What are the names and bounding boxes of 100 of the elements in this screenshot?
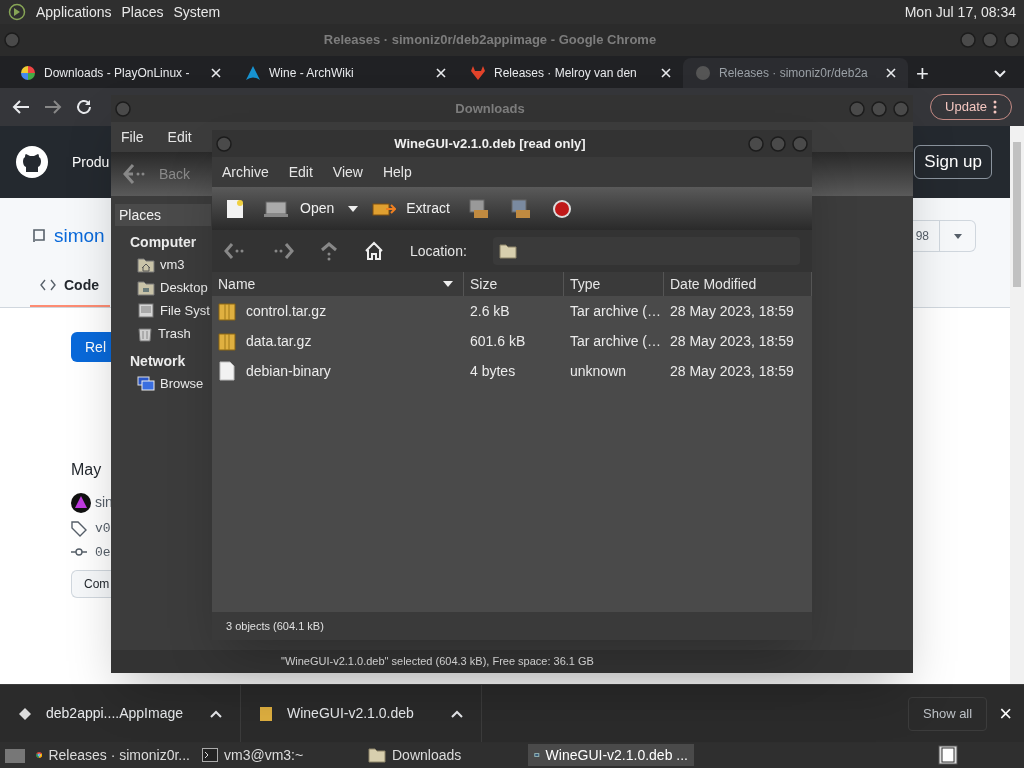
scrollbar[interactable]: [1010, 126, 1024, 684]
file-date: 28 May 2023, 18:59: [669, 331, 795, 351]
close-icon[interactable]: [211, 68, 221, 78]
file-size: 4 bytes: [469, 361, 517, 381]
menu-item[interactable]: Edit: [167, 126, 192, 148]
compare-button[interactable]: Com: [71, 570, 111, 598]
panel-menu[interactable]: System: [173, 1, 221, 23]
new-tab-button[interactable]: +: [908, 58, 937, 88]
location-field[interactable]: [492, 237, 800, 265]
diamond-icon: [18, 706, 32, 721]
forward-arrow-icon[interactable]: [272, 242, 294, 260]
sidebar-item[interactable]: Desktop: [137, 276, 215, 299]
drive-icon[interactable]: [264, 199, 288, 218]
browser-tab[interactable]: Wine - ArchWiki: [233, 58, 458, 88]
column-header[interactable]: Type: [564, 272, 664, 296]
show-desktop-icon[interactable]: [4, 746, 26, 764]
caret-icon: [953, 233, 962, 239]
releases-button[interactable]: Rel: [71, 332, 111, 362]
sidebar-item[interactable]: vm3: [137, 253, 215, 276]
reload-icon[interactable]: [76, 99, 92, 115]
document-icon: [218, 361, 236, 381]
stop-icon[interactable]: [551, 198, 572, 219]
browser-tab[interactable]: Downloads - PlayOnLinux -: [8, 58, 233, 88]
trash-icon: [137, 325, 153, 342]
close-icon[interactable]: [886, 68, 896, 78]
repo-icon: [32, 228, 46, 244]
sidebar-item[interactable]: Trash: [137, 322, 215, 345]
home-folder-icon: [137, 256, 155, 273]
menu-item[interactable]: Archive: [222, 161, 269, 183]
menu-item[interactable]: Edit: [288, 161, 313, 183]
archive-icon: [259, 705, 273, 722]
home-icon[interactable]: [364, 241, 384, 261]
drive-icon: [137, 302, 155, 319]
file-size: 2.6 kB: [469, 301, 511, 321]
chevron-up-icon[interactable]: [210, 709, 222, 718]
commit-hash[interactable]: 0e: [95, 542, 111, 562]
arch-logo-icon: [245, 65, 261, 81]
close-icon[interactable]: [436, 68, 446, 78]
nav-link[interactable]: Produ: [72, 151, 110, 173]
column-header[interactable]: Size: [464, 272, 564, 296]
places-header[interactable]: Places: [115, 204, 211, 226]
file-row[interactable]: debian-binary 4 bytes unknown 28 May 2023, 18:59: [212, 356, 812, 386]
file-name: debian-binary: [246, 361, 331, 381]
release-date: May: [71, 460, 103, 480]
file-row[interactable]: data.tar.gz 601.6 kB Tar archive (… 28 May 2023, 18:59: [212, 326, 812, 356]
sidebar-item[interactable]: Browse: [137, 372, 215, 395]
file-name: data.tar.gz: [246, 331, 312, 351]
tag-label[interactable]: v0: [95, 519, 111, 539]
file-size: 601.6 kB: [469, 331, 527, 351]
sort-caret-icon[interactable]: [443, 281, 453, 287]
pinwheel-icon: [20, 65, 36, 81]
browser-tab[interactable]: Releases · simoniz0r/deb2a: [683, 58, 908, 88]
menu-item[interactable]: File: [121, 126, 144, 148]
github-logo-icon: [695, 65, 711, 81]
tag-icon: [71, 520, 87, 537]
taskbar-button[interactable]: Releases · simoniz0r...: [30, 744, 196, 766]
panel-menu[interactable]: Places: [121, 1, 164, 23]
taskbar-button[interactable]: Downloads: [362, 744, 528, 766]
status-bar: "WineGUI-v2.1.0.deb" selected (604.3 kB), Free space: 36.1 GB: [111, 650, 913, 673]
up-arrow-icon[interactable]: [320, 241, 338, 261]
chevron-down-icon[interactable]: [994, 70, 1006, 78]
column-header[interactable]: Name: [212, 272, 464, 296]
chevron-up-icon[interactable]: [451, 709, 463, 718]
desktop-folder-icon: [137, 279, 155, 296]
close-button[interactable]: ×: [999, 697, 1012, 730]
archive-icon: [218, 331, 236, 351]
browser-tab[interactable]: Releases · Melroy van den: [458, 58, 683, 88]
new-document-icon[interactable]: [224, 197, 246, 220]
back-arrow-icon[interactable]: [12, 99, 30, 115]
show-all-button[interactable]: Show all: [908, 696, 988, 731]
workspace-switcher-icon[interactable]: [938, 745, 958, 765]
file-type: Tar archive (…: [569, 331, 663, 351]
open-button[interactable]: Open: [300, 198, 335, 219]
file-date: 28 May 2023, 18:59: [669, 361, 795, 381]
sign-up-button[interactable]: Sign up: [914, 145, 992, 179]
close-icon[interactable]: [661, 68, 671, 78]
file-name: control.tar.gz: [246, 301, 327, 321]
taskbar-button[interactable]: vm3@vm3:~: [196, 744, 362, 766]
sidebar-section-title: Computer: [129, 233, 198, 252]
column-header[interactable]: Date Modified: [664, 272, 812, 296]
mate-logo-icon[interactable]: [8, 3, 26, 21]
file-type: unknown: [569, 361, 628, 381]
sidebar-section-title: Network: [129, 352, 187, 371]
more-vertical-icon[interactable]: [993, 100, 997, 114]
file-row[interactable]: control.tar.gz 2.6 kB Tar archive (… 28 May 2023, 18:59: [212, 296, 812, 326]
forward-arrow-icon[interactable]: [44, 99, 62, 115]
extract-button[interactable]: Extract: [406, 198, 450, 219]
location-label: Location:: [410, 241, 467, 261]
caret-down-icon[interactable]: [348, 205, 359, 212]
file-date: 28 May 2023, 18:59: [669, 301, 795, 321]
taskbar-button[interactable]: WineGUI-v2.1.0.deb ...: [528, 744, 694, 766]
status-bar: 3 objects (604.1 kB): [212, 612, 812, 640]
menu-item[interactable]: View: [332, 161, 363, 183]
archive-icon: [218, 301, 236, 321]
panel-menu[interactable]: Applications: [36, 1, 112, 23]
sidebar-item[interactable]: File Syst: [137, 299, 215, 322]
terminal-icon: [202, 748, 218, 762]
menu-item[interactable]: Help: [382, 161, 412, 183]
repo-link[interactable]: simon: [54, 221, 105, 251]
octocat-logo-icon[interactable]: [16, 146, 48, 178]
